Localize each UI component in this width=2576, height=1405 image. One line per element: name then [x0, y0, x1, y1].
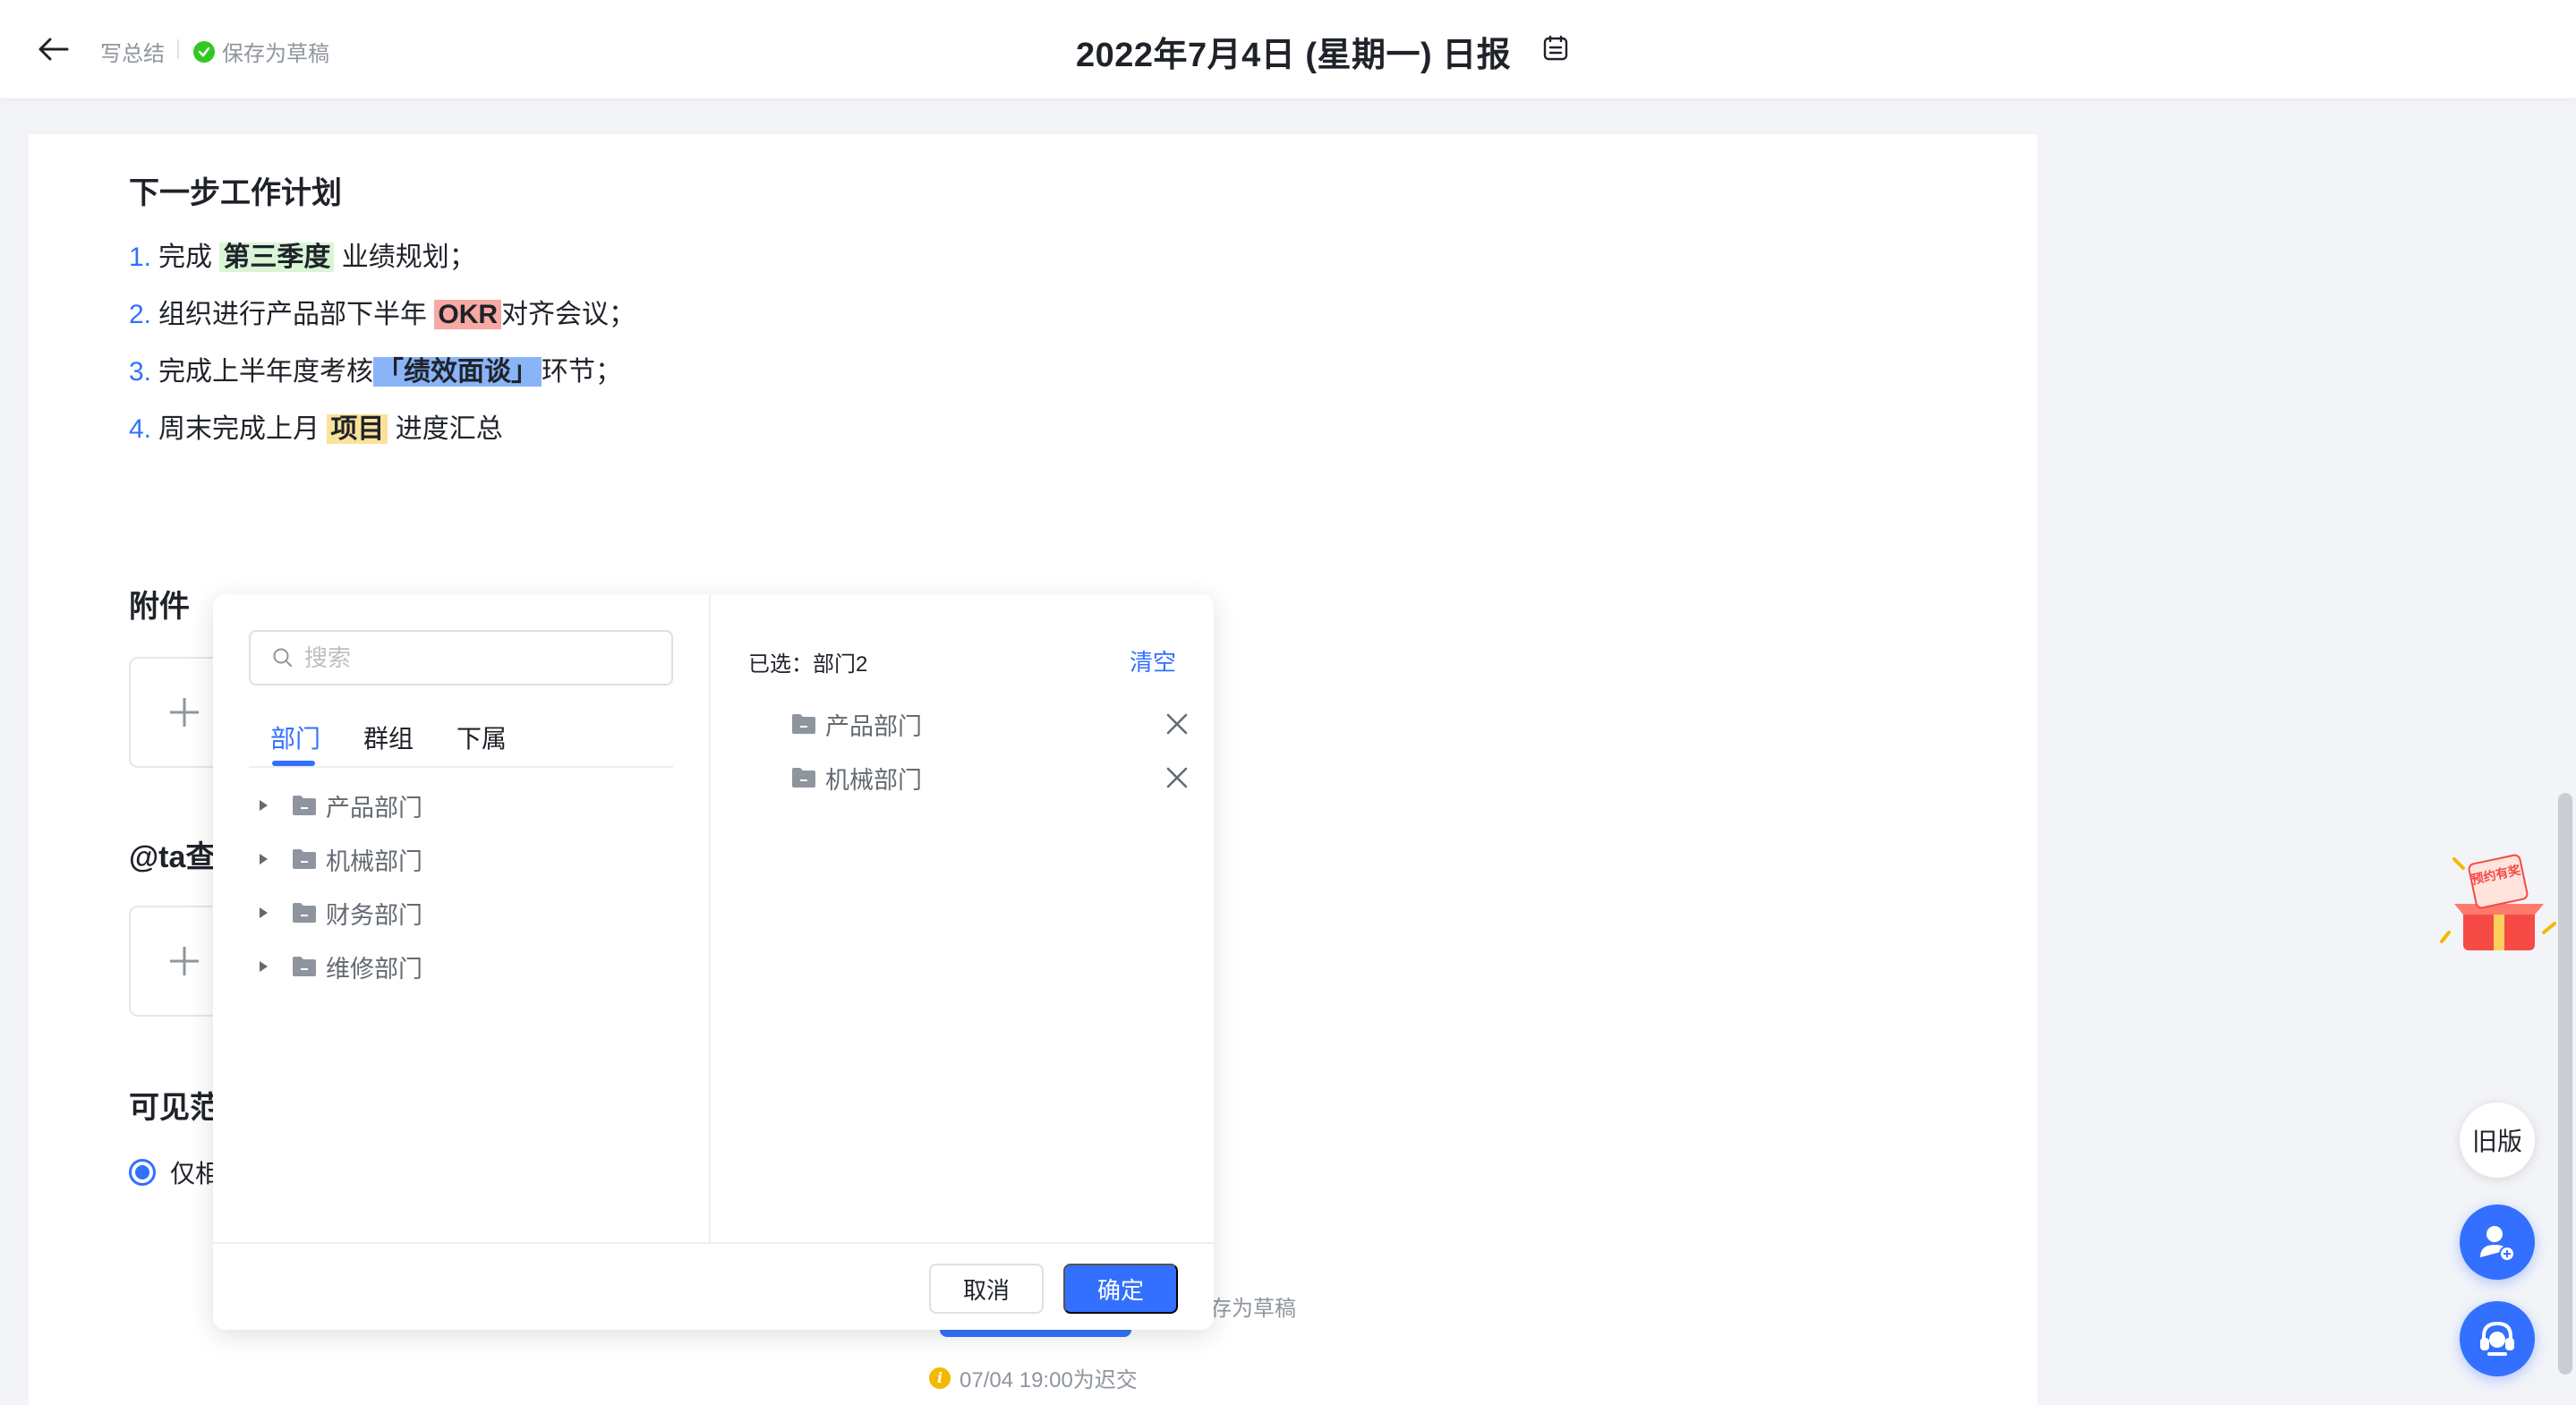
tab-subordinate[interactable]: 下属: [456, 720, 507, 755]
gift-promo-icon[interactable]: 预约有奖: [2436, 852, 2562, 956]
plan-list[interactable]: 1. 完成 第三季度 业绩规划； 2. 组织进行产品部下半年 OKR 对齐会议； 3.…: [129, 238, 635, 467]
plan-title: 下一步工作计划: [129, 176, 342, 210]
page-title: 2022年7月4日 (星期一) 日报: [1076, 37, 1512, 74]
picker-tabs: 部门 群组 下属: [249, 720, 673, 768]
search-field[interactable]: [249, 630, 673, 685]
user-add-icon: [2480, 1226, 2515, 1262]
highlight-text: 「绩效面谈」: [373, 357, 542, 387]
folder-icon: [791, 713, 816, 735]
divider: [177, 39, 179, 59]
folder-icon: [791, 767, 816, 788]
tree-item[interactable]: 产品部门: [258, 779, 422, 832]
tree-item[interactable]: 维修部门: [258, 940, 422, 993]
breadcrumb[interactable]: 写总结: [100, 36, 165, 67]
back-button[interactable]: [34, 30, 73, 69]
support-button[interactable]: [2460, 1301, 2535, 1376]
caret-right-icon[interactable]: [258, 960, 285, 973]
folder-icon: [292, 848, 317, 870]
plus-icon: [170, 947, 199, 975]
save-status-label: 保存为草稿: [222, 42, 329, 66]
tree-item-label: 产品部门: [326, 794, 422, 822]
attachments-title: 附件: [129, 590, 190, 624]
department-picker-popup: 部门 群组 下属 产品部门 机械部门 财务部门: [213, 594, 1214, 1330]
selected-item-label: 产品部门: [825, 712, 922, 740]
deadline-note: i 07/04 19:00为迟交: [929, 1362, 1138, 1393]
plan-item[interactable]: 4. 周末完成上月 项目 进度汇总: [129, 410, 635, 467]
top-header: 写总结 保存为草稿 2022年7月4日 (星期一) 日报: [0, 0, 2576, 98]
plan-item[interactable]: 2. 组织进行产品部下半年 OKR 对齐会议；: [129, 295, 635, 353]
calendar-icon[interactable]: [1541, 34, 1570, 63]
headset-icon: [2480, 1321, 2514, 1356]
confirm-button[interactable]: 确定: [1063, 1264, 1178, 1314]
caret-right-icon[interactable]: [258, 799, 285, 812]
old-version-button[interactable]: 旧版: [2460, 1103, 2535, 1178]
search-input[interactable]: [304, 643, 644, 672]
tab-group[interactable]: 群组: [363, 720, 414, 755]
active-tab-indicator: [272, 761, 315, 766]
picker-left-panel: 部门 群组 下属 产品部门 机械部门 财务部门: [213, 594, 711, 1242]
picker-right-panel: 已选：部门2 清空 产品部门 机械部门: [711, 594, 1214, 1242]
tree-item[interactable]: 机械部门: [258, 832, 422, 886]
info-icon: i: [929, 1367, 951, 1389]
plan-item[interactable]: 3. 完成上半年度考核 「绩效面谈」 环节；: [129, 353, 635, 410]
plan-item[interactable]: 1. 完成 第三季度 业绩规划；: [129, 238, 635, 295]
selected-item: 产品部门: [791, 702, 1189, 746]
selected-item: 机械部门: [791, 755, 1189, 800]
clear-button[interactable]: 清空: [1130, 644, 1176, 677]
tree-item-label: 维修部门: [326, 955, 422, 983]
tree-item-label: 财务部门: [326, 901, 422, 929]
scrollbar[interactable]: [2558, 793, 2572, 1375]
tree-item[interactable]: 财务部门: [258, 886, 422, 940]
deadline-text: 07/04 19:00为迟交: [960, 1368, 1138, 1392]
highlight-text: OKR: [434, 300, 502, 329]
add-user-button[interactable]: [2460, 1205, 2535, 1280]
close-icon[interactable]: [1165, 712, 1189, 736]
folder-icon: [292, 902, 317, 924]
arrow-left-icon: [38, 38, 69, 61]
highlight-text: 项目: [327, 414, 388, 444]
folder-icon: [292, 795, 317, 816]
close-icon[interactable]: [1165, 766, 1189, 789]
department-tree: 产品部门 机械部门 财务部门 维修部门: [258, 779, 422, 993]
check-circle-icon: [193, 40, 215, 63]
highlight-text: 第三季度: [219, 243, 335, 272]
tree-item-label: 机械部门: [326, 847, 422, 875]
cancel-button[interactable]: 取消: [929, 1264, 1044, 1314]
selected-item-label: 机械部门: [825, 766, 922, 794]
radio-selected[interactable]: [129, 1159, 156, 1186]
picker-footer: 取消 确定: [213, 1242, 1214, 1330]
search-icon: [273, 648, 292, 667]
save-status: 保存为草稿: [193, 36, 329, 67]
caret-right-icon[interactable]: [258, 853, 285, 865]
tab-department[interactable]: 部门: [270, 720, 320, 755]
save-draft-link[interactable]: 存为草稿: [1210, 1290, 1296, 1322]
selected-count: 已选：部门2: [748, 652, 868, 677]
plus-icon: [170, 698, 199, 727]
caret-right-icon[interactable]: [258, 907, 285, 919]
folder-icon: [292, 956, 317, 977]
